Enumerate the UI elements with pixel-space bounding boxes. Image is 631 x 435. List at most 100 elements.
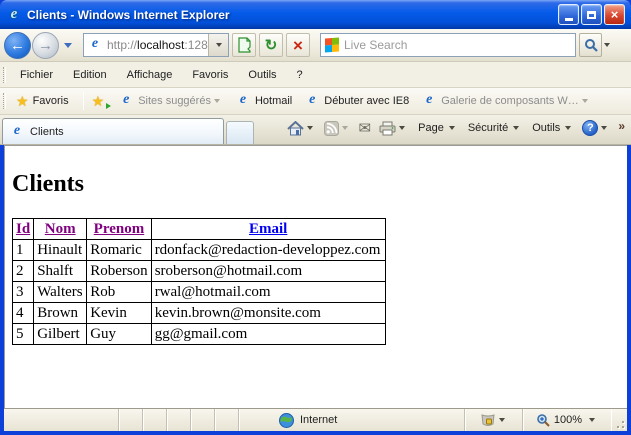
window-border-bottom [0, 431, 631, 435]
url-text[interactable]: http://localhost:12806/ [107, 38, 208, 52]
favorites-item-getting-started[interactable]: e Débuter avec IE8 [298, 90, 415, 112]
tab-bar: e Clients [0, 115, 631, 145]
table-row: 1 Hinault Romaric rdonfack@redaction-dev… [13, 240, 386, 261]
sort-id-link[interactable]: Id [16, 221, 30, 237]
table-row: 2 Shalft Roberson sroberson@hotmail.com [13, 261, 386, 282]
live-search-flag-icon [325, 38, 339, 53]
sort-email-link[interactable]: Email [249, 221, 287, 237]
address-dropdown-button[interactable] [208, 34, 228, 56]
printer-icon [379, 121, 396, 136]
viewport-frame: Clients Id Nom Prenom Email 1 Hinault Ro… [0, 145, 631, 408]
shield-icon [480, 413, 496, 428]
menu-bar: Fichier Edition Affichage Favoris Outils… [0, 62, 631, 88]
toolbar-grip[interactable] [3, 93, 6, 109]
close-button[interactable]: × [604, 4, 625, 25]
search-options-dropdown[interactable] [604, 43, 610, 47]
safety-menu-button[interactable]: Sécurité [462, 119, 526, 137]
search-input[interactable] [344, 38, 571, 52]
title-bar[interactable]: e Clients - Windows Internet Explorer × [0, 0, 631, 29]
magnifier-icon [584, 38, 598, 52]
favorites-item-web-slice-gallery[interactable]: e Galerie de composants W… [415, 90, 597, 112]
window-title: Clients - Windows Internet Explorer [27, 8, 556, 22]
search-button[interactable] [579, 33, 602, 57]
read-mail-button[interactable]: ✉ [355, 116, 376, 140]
menu-help[interactable]: ? [287, 65, 313, 85]
url-scheme: http:// [107, 38, 137, 52]
ie-favicon-icon: e [118, 93, 134, 109]
back-button[interactable]: ← [4, 32, 31, 59]
stop-icon: × [293, 37, 303, 54]
security-zone[interactable]: Internet [239, 409, 465, 431]
status-message-area [4, 409, 119, 431]
menu-fichier[interactable]: Fichier [10, 65, 63, 85]
search-box[interactable] [320, 33, 576, 57]
url-path: :12806/ [184, 38, 208, 52]
ie-favicon-icon: e [235, 93, 251, 109]
mail-icon: ✉ [359, 119, 372, 137]
table-header-row: Id Nom Prenom Email [13, 219, 386, 240]
tab-label: Clients [30, 126, 64, 138]
feeds-button[interactable] [320, 118, 355, 139]
help-icon: ? [582, 120, 598, 136]
tab-favicon-icon: e [9, 124, 25, 140]
minimize-button[interactable] [558, 4, 579, 25]
more-commands-chevron[interactable]: » [618, 115, 625, 133]
page-title: Clients [12, 171, 627, 198]
table-row: 3 Walters Rob rwal@hotmail.com [13, 282, 386, 303]
favorites-item-suggested-sites[interactable]: e Sites suggérés [112, 90, 229, 112]
star-icon: ★ [16, 93, 29, 110]
menu-favoris[interactable]: Favoris [182, 65, 238, 85]
clients-table: Id Nom Prenom Email 1 Hinault Romaric rd… [12, 218, 386, 345]
menu-outils[interactable]: Outils [238, 65, 286, 85]
resize-grip[interactable] [611, 409, 627, 431]
menu-affichage[interactable]: Affichage [117, 65, 183, 85]
page-favicon-icon: e [87, 37, 103, 53]
maximize-button[interactable] [581, 4, 602, 25]
ie-favicon-icon: e [304, 93, 320, 109]
home-icon [287, 121, 304, 136]
favorites-label: Favoris [33, 95, 69, 107]
zoom-level: 100% [554, 414, 582, 426]
zoom-magnifier-icon [536, 413, 550, 427]
forward-button[interactable]: → [32, 32, 59, 59]
refresh-icon: ↻ [265, 38, 278, 53]
stop-button[interactable]: × [286, 33, 310, 57]
ie-logo-icon: e [6, 7, 22, 23]
page-content: Clients Id Nom Prenom Email 1 Hinault Ro… [4, 145, 627, 408]
sort-nom-link[interactable]: Nom [45, 221, 76, 237]
broken-page-icon [237, 37, 251, 53]
ie-window: e Clients - Windows Internet Explorer × … [0, 0, 631, 435]
table-row: 4 Brown Kevin kevin.brown@monsite.com [13, 303, 386, 324]
toolbar-grip[interactable] [3, 67, 6, 83]
address-bar[interactable]: e http://localhost:12806/ [83, 33, 229, 57]
favorites-bar: ★ Favoris ★ e Sites suggérés e Hotmail e… [0, 88, 631, 115]
sort-prenom-link[interactable]: Prenom [94, 221, 145, 237]
page-menu-button[interactable]: Page [412, 119, 462, 137]
rss-icon [324, 121, 339, 136]
compatibility-view-button[interactable] [232, 33, 256, 57]
protected-mode-indicator[interactable] [465, 409, 523, 431]
table-row: 5 Gilbert Guy gg@gmail.com [13, 324, 386, 345]
zone-label: Internet [300, 414, 337, 426]
recent-pages-dropdown[interactable] [64, 43, 72, 48]
refresh-button[interactable]: ↻ [259, 33, 283, 57]
favorites-item-hotmail[interactable]: e Hotmail [229, 90, 298, 112]
home-button[interactable] [283, 118, 320, 139]
zoom-control[interactable]: 100% [523, 409, 611, 431]
favorites-button[interactable]: ★ Favoris [10, 90, 77, 113]
command-bar: ✉ Page Sécurité Outils ? [254, 115, 629, 144]
tab-clients[interactable]: e Clients [2, 118, 224, 144]
new-tab-button[interactable] [226, 121, 254, 144]
url-host: localhost [137, 38, 184, 52]
star-add-icon: ★ [92, 93, 105, 109]
menu-edition[interactable]: Edition [63, 65, 117, 85]
status-bar: Internet 100% [4, 408, 627, 431]
help-button[interactable]: ? [578, 117, 614, 139]
navigation-bar: ← → e http://localhost:12806/ ↻ × [0, 29, 631, 62]
separator [83, 92, 84, 110]
print-button[interactable] [375, 118, 412, 139]
ie-favicon-icon: e [421, 93, 437, 109]
globe-icon [279, 413, 294, 428]
tools-menu-button[interactable]: Outils [526, 119, 578, 137]
add-to-favorites-bar-button[interactable]: ★ [92, 93, 109, 110]
